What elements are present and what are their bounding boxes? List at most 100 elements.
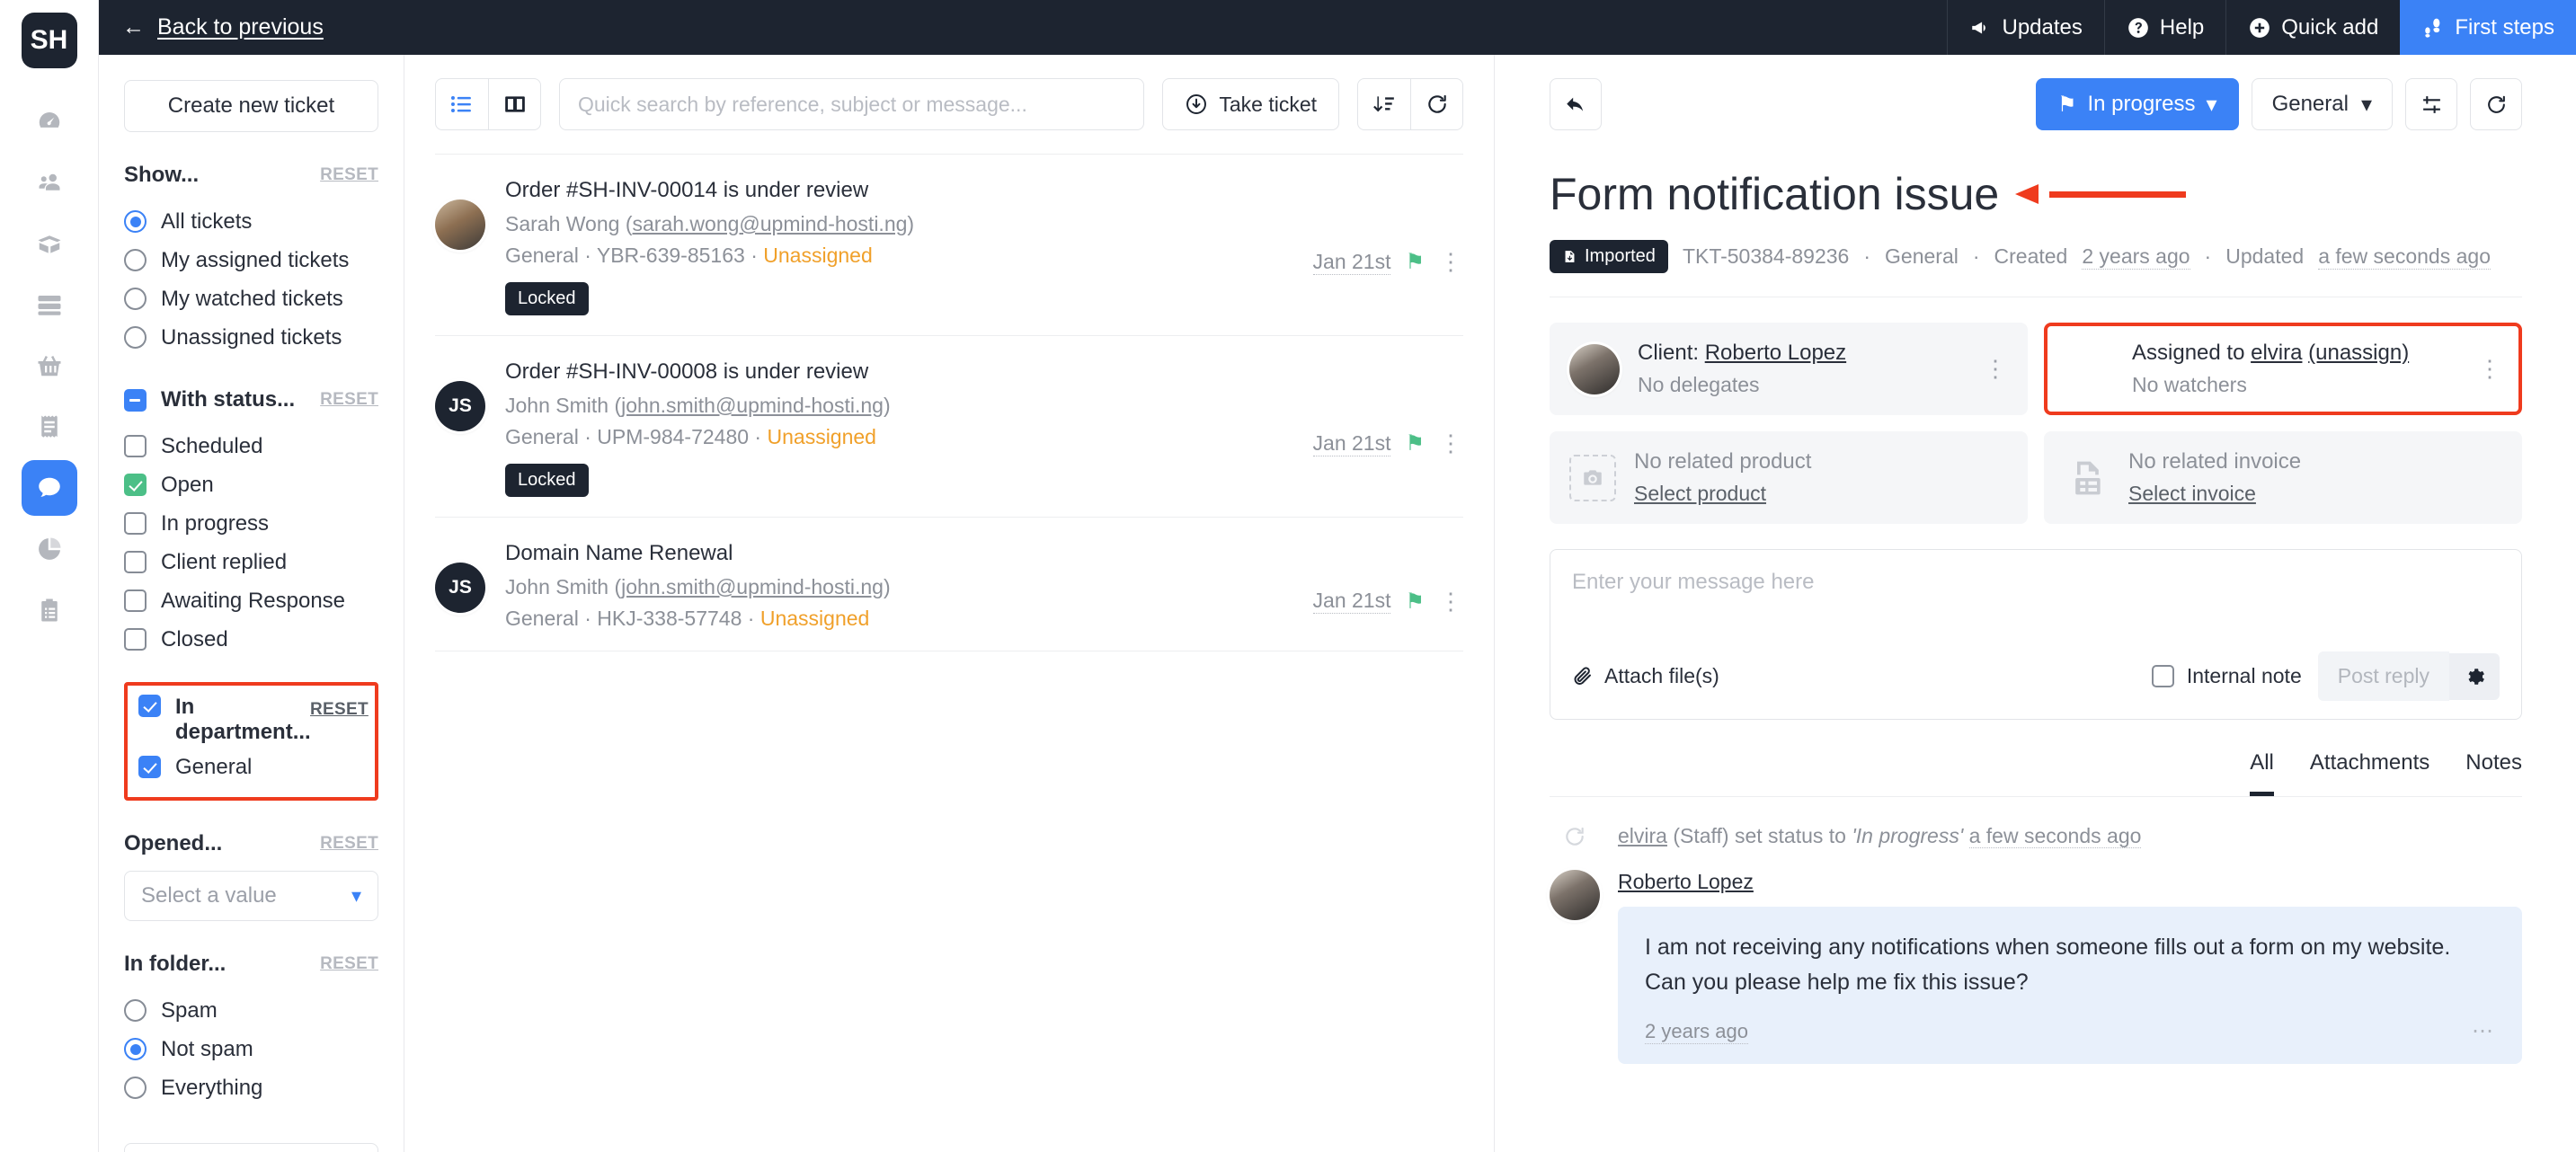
invoice-card[interactable]: No related invoice Select invoice <box>2044 431 2522 524</box>
detail-toolbar: ⚑ In progress ▾ General ▾ <box>1550 78 2522 130</box>
filter-option-in-progress[interactable]: In progress <box>124 504 378 543</box>
event-actor-link[interactable]: elvira <box>1618 824 1667 847</box>
clients-icon[interactable] <box>22 155 77 210</box>
take-ticket-label: Take ticket <box>1219 92 1317 116</box>
checkbox-indeterminate-icon[interactable] <box>124 388 147 412</box>
status-reset-link[interactable]: RESET <box>320 390 378 410</box>
filter-option-spam[interactable]: Spam <box>124 991 378 1030</box>
support-icon[interactable] <box>21 460 77 516</box>
filter-option-general[interactable]: General <box>138 748 364 786</box>
assignee-link[interactable]: elvira <box>2251 341 2302 365</box>
megaphone-icon <box>1971 22 1985 33</box>
detail-toolbar-right: ⚑ In progress ▾ General ▾ <box>2035 78 2522 130</box>
quick-add-button[interactable]: Quick add <box>2225 0 2400 55</box>
ticket-menu-icon[interactable]: ⋮ <box>1439 430 1463 457</box>
back-to-previous-link[interactable]: ← Back to previous <box>122 14 324 40</box>
primary-nav-rail: SH <box>0 0 99 1152</box>
updates-button[interactable]: Updates <box>1946 0 2104 55</box>
take-ticket-button[interactable]: Take ticket <box>1162 78 1339 130</box>
department-reset-link[interactable]: RESET <box>310 700 369 720</box>
status-dropdown-button[interactable]: ⚑ In progress ▾ <box>2035 78 2239 130</box>
preferences-button[interactable]: Preferences <box>124 1143 378 1152</box>
show-reset-link[interactable]: RESET <box>320 165 378 185</box>
attach-files-button[interactable]: Attach file(s) <box>1572 664 1719 688</box>
filter-option-unassigned-tickets[interactable]: Unassigned tickets <box>124 318 378 357</box>
servers-icon[interactable] <box>22 277 77 332</box>
opened-reset-link[interactable]: RESET <box>320 834 378 854</box>
split-view-icon[interactable] <box>488 79 540 129</box>
sender-email[interactable]: john.smith@upmind-hosti.ng <box>621 394 884 417</box>
product-card[interactable]: No related product Select product <box>1550 431 2028 524</box>
folder-reset-link[interactable]: RESET <box>320 954 378 974</box>
help-button[interactable]: Help <box>2103 0 2225 55</box>
sender-email[interactable]: sarah.wong@upmind-hosti.ng <box>633 212 908 235</box>
message-menu-icon[interactable]: ⋯ <box>2472 1018 2495 1044</box>
sender-email[interactable]: john.smith@upmind-hosti.ng <box>621 575 884 598</box>
tasks-icon[interactable] <box>22 582 77 638</box>
app-logo[interactable]: SH <box>21 13 77 68</box>
invoices-icon[interactable] <box>22 399 77 455</box>
filter-option-my-assigned-tickets[interactable]: My assigned tickets <box>124 241 378 279</box>
tab-notes[interactable]: Notes <box>2465 750 2522 796</box>
client-name-link[interactable]: Roberto Lopez <box>1705 341 1846 365</box>
products-icon[interactable] <box>22 216 77 271</box>
list-view-icon[interactable] <box>436 79 488 129</box>
filter-option-my-watched-tickets[interactable]: My watched tickets <box>124 279 378 318</box>
filter-option-everything[interactable]: Everything <box>124 1068 378 1107</box>
composer-toolbar: Attach file(s) Internal note Post reply <box>1550 651 2521 719</box>
client-delegates: No delegates <box>1638 373 1760 396</box>
refresh-icon[interactable] <box>1410 79 1462 129</box>
ticket-row-actions: Jan 21st ⚑ ⋮ <box>1312 390 1463 497</box>
reports-icon[interactable] <box>22 521 77 577</box>
page-title-row: Form notification issue <box>1550 168 2522 220</box>
dashboard-icon[interactable] <box>22 93 77 149</box>
import-icon <box>1565 251 1575 262</box>
filter-option-open[interactable]: Open <box>124 465 378 504</box>
tab-attachments[interactable]: Attachments <box>2310 750 2429 796</box>
flag-icon[interactable]: ⚑ <box>1405 430 1425 456</box>
status-label: In progress <box>2087 92 2196 116</box>
ticket-assignment: Unassigned <box>763 244 873 267</box>
first-steps-button[interactable]: First steps <box>2400 0 2576 55</box>
ticket-reference: YBR-639-85163 <box>596 244 745 267</box>
create-new-ticket-button[interactable]: Create new ticket <box>124 80 378 132</box>
tab-all[interactable]: All <box>2250 750 2274 796</box>
ticket-row[interactable]: JS Domain Name Renewal John Smith (john.… <box>435 518 1463 651</box>
department-dropdown-button[interactable]: General ▾ <box>2251 78 2393 130</box>
checkbox-checked-icon[interactable] <box>138 695 161 717</box>
assigned-card-menu-icon[interactable]: ⋮ <box>2478 355 2502 383</box>
opened-select[interactable]: Select a value ▾ <box>124 871 378 922</box>
unassign-link[interactable]: (unassign) <box>2308 341 2409 365</box>
filter-option-awaiting-response[interactable]: Awaiting Response <box>124 581 378 620</box>
detail-refresh-button[interactable] <box>2470 78 2522 130</box>
filter-option-all-tickets[interactable]: All tickets <box>124 202 378 241</box>
assigned-card[interactable]: Assigned to elvira (unassign) No watcher… <box>2044 323 2522 415</box>
filter-option-scheduled[interactable]: Scheduled <box>124 427 378 465</box>
ticket-settings-button[interactable] <box>2405 78 2457 130</box>
orders-icon[interactable] <box>22 338 77 394</box>
filter-option-client-replied[interactable]: Client replied <box>124 543 378 581</box>
reply-back-button[interactable] <box>1550 78 1602 130</box>
message-input[interactable]: Enter your message here <box>1550 550 2521 651</box>
post-reply-button[interactable]: Post reply <box>2317 651 2449 701</box>
client-card[interactable]: Client: Roberto Lopez No delegates ⋮ <box>1550 323 2028 415</box>
message-author[interactable]: Roberto Lopez <box>1618 870 2522 894</box>
client-card-menu-icon[interactable]: ⋮ <box>1984 355 2008 383</box>
filter-option-not-spam[interactable]: Not spam <box>124 1030 378 1068</box>
avatar <box>1550 870 1600 920</box>
flag-icon[interactable]: ⚑ <box>1405 589 1425 615</box>
ticket-row[interactable]: JS Order #SH-INV-00008 is under review J… <box>435 336 1463 518</box>
filter-option-closed[interactable]: Closed <box>124 620 378 659</box>
ticket-menu-icon[interactable]: ⋮ <box>1439 248 1463 276</box>
internal-note-toggle[interactable]: Internal note <box>2151 664 2302 688</box>
sort-desc-icon[interactable] <box>1358 79 1410 129</box>
ticket-menu-icon[interactable]: ⋮ <box>1439 588 1463 616</box>
ticket-list-panel: Take ticket Order #SH-INV-00014 is under… <box>404 55 1495 1152</box>
select-product-link[interactable]: Select product <box>1634 482 2008 506</box>
checkbox-icon <box>124 551 147 573</box>
composer-settings-button[interactable] <box>2449 652 2500 700</box>
ticket-row[interactable]: Order #SH-INV-00014 is under review Sara… <box>435 155 1463 336</box>
select-invoice-link[interactable]: Select invoice <box>2128 482 2502 506</box>
search-input[interactable] <box>559 78 1145 130</box>
flag-icon[interactable]: ⚑ <box>1405 249 1425 275</box>
